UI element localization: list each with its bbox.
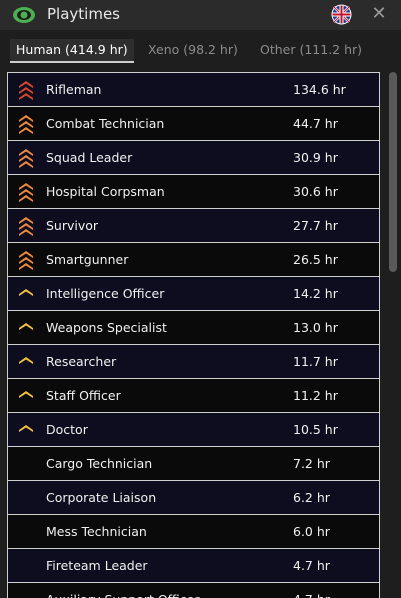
role-name: Corporate Liaison	[46, 490, 157, 505]
playtime-list: Rifleman 134.6 hr Combat Technician 44.7 hr…	[7, 72, 380, 598]
role-name: Doctor	[46, 422, 88, 437]
role-hours: 44.7 hr	[293, 116, 338, 131]
role-row: Weapons Specialist 13.0 hr	[7, 311, 380, 345]
rank-chevron-triple-orange-icon	[19, 149, 33, 168]
role-name: Smartgunner	[46, 252, 129, 267]
rank-chevron-triple-orange-icon	[19, 217, 33, 236]
eye-icon	[13, 7, 35, 23]
role-name: Combat Technician	[46, 116, 165, 131]
role-name: Mess Technician	[46, 524, 147, 539]
role-row: Mess Technician 6.0 hr	[7, 515, 380, 549]
role-hours: 4.7 hr	[293, 592, 330, 598]
title-bar: Playtimes ✕	[0, 0, 401, 30]
role-hours: 14.2 hr	[293, 286, 338, 301]
role-row: Cargo Technician 7.2 hr	[7, 447, 380, 481]
role-hours: 4.7 hr	[293, 558, 330, 573]
scrollbar-thumb[interactable]	[389, 72, 397, 272]
role-name: Hospital Corpsman	[46, 184, 165, 199]
role-name: Weapons Specialist	[46, 320, 167, 335]
rank-chevron-triple-red-icon	[19, 81, 33, 100]
role-hours: 27.7 hr	[293, 218, 338, 233]
tab-xeno[interactable]: Xeno (98.2 hr)	[148, 42, 238, 57]
rank-chevron-triple-orange-icon	[19, 115, 33, 134]
flag-icon[interactable]	[331, 4, 352, 25]
role-hours: 13.0 hr	[293, 320, 338, 335]
rank-chevron-single-yellow-icon	[19, 391, 33, 398]
role-name: Fireteam Leader	[46, 558, 148, 573]
role-row: Researcher 11.7 hr	[7, 345, 380, 379]
tab-human[interactable]: Human (414.9 hr)	[10, 39, 134, 63]
rank-chevron-single-yellow-icon	[19, 425, 33, 432]
role-name: Squad Leader	[46, 150, 133, 165]
role-row: Rifleman 134.6 hr	[7, 73, 380, 107]
scrollbar[interactable]	[386, 68, 401, 598]
role-hours: 11.2 hr	[293, 388, 338, 403]
role-hours: 30.9 hr	[293, 150, 338, 165]
role-hours: 11.7 hr	[293, 354, 338, 369]
role-row: Fireteam Leader 4.7 hr	[7, 549, 380, 583]
role-hours: 26.5 hr	[293, 252, 338, 267]
rank-chevron-triple-orange-icon	[19, 183, 33, 202]
window-title: Playtimes	[47, 5, 120, 23]
role-row: Doctor 10.5 hr	[7, 413, 380, 447]
role-hours: 134.6 hr	[293, 82, 346, 97]
role-row: Survivor 27.7 hr	[7, 209, 380, 243]
role-row: Corporate Liaison 6.2 hr	[7, 481, 380, 515]
rank-chevron-single-yellow-icon	[19, 323, 33, 330]
role-row: Staff Officer 11.2 hr	[7, 379, 380, 413]
role-hours: 10.5 hr	[293, 422, 338, 437]
role-row: Hospital Corpsman 30.6 hr	[7, 175, 380, 209]
rank-chevron-single-yellow-icon	[19, 357, 33, 364]
role-hours: 30.6 hr	[293, 184, 338, 199]
rank-chevron-single-yellow-icon	[19, 289, 33, 296]
role-name: Staff Officer	[46, 388, 121, 403]
role-name: Intelligence Officer	[46, 286, 165, 301]
tab-other[interactable]: Other (111.2 hr)	[260, 42, 362, 57]
role-row: Intelligence Officer 14.2 hr	[7, 277, 380, 311]
role-row: Auxiliary Support Officer 4.7 hr	[7, 583, 380, 598]
tab-bar: Human (414.9 hr) Xeno (98.2 hr) Other (1…	[0, 30, 401, 68]
rank-chevron-triple-orange-icon	[19, 251, 33, 270]
role-row: Smartgunner 26.5 hr	[7, 243, 380, 277]
role-name: Survivor	[46, 218, 99, 233]
close-icon: ✕	[371, 3, 387, 24]
role-name: Auxiliary Support Officer	[46, 592, 199, 598]
close-button[interactable]: ✕	[369, 3, 389, 25]
role-name: Cargo Technician	[46, 456, 153, 471]
role-hours: 6.2 hr	[293, 490, 330, 505]
role-row: Squad Leader 30.9 hr	[7, 141, 380, 175]
role-row: Combat Technician 44.7 hr	[7, 107, 380, 141]
role-name: Researcher	[46, 354, 117, 369]
role-hours: 7.2 hr	[293, 456, 330, 471]
role-hours: 6.0 hr	[293, 524, 330, 539]
role-name: Rifleman	[46, 82, 102, 97]
